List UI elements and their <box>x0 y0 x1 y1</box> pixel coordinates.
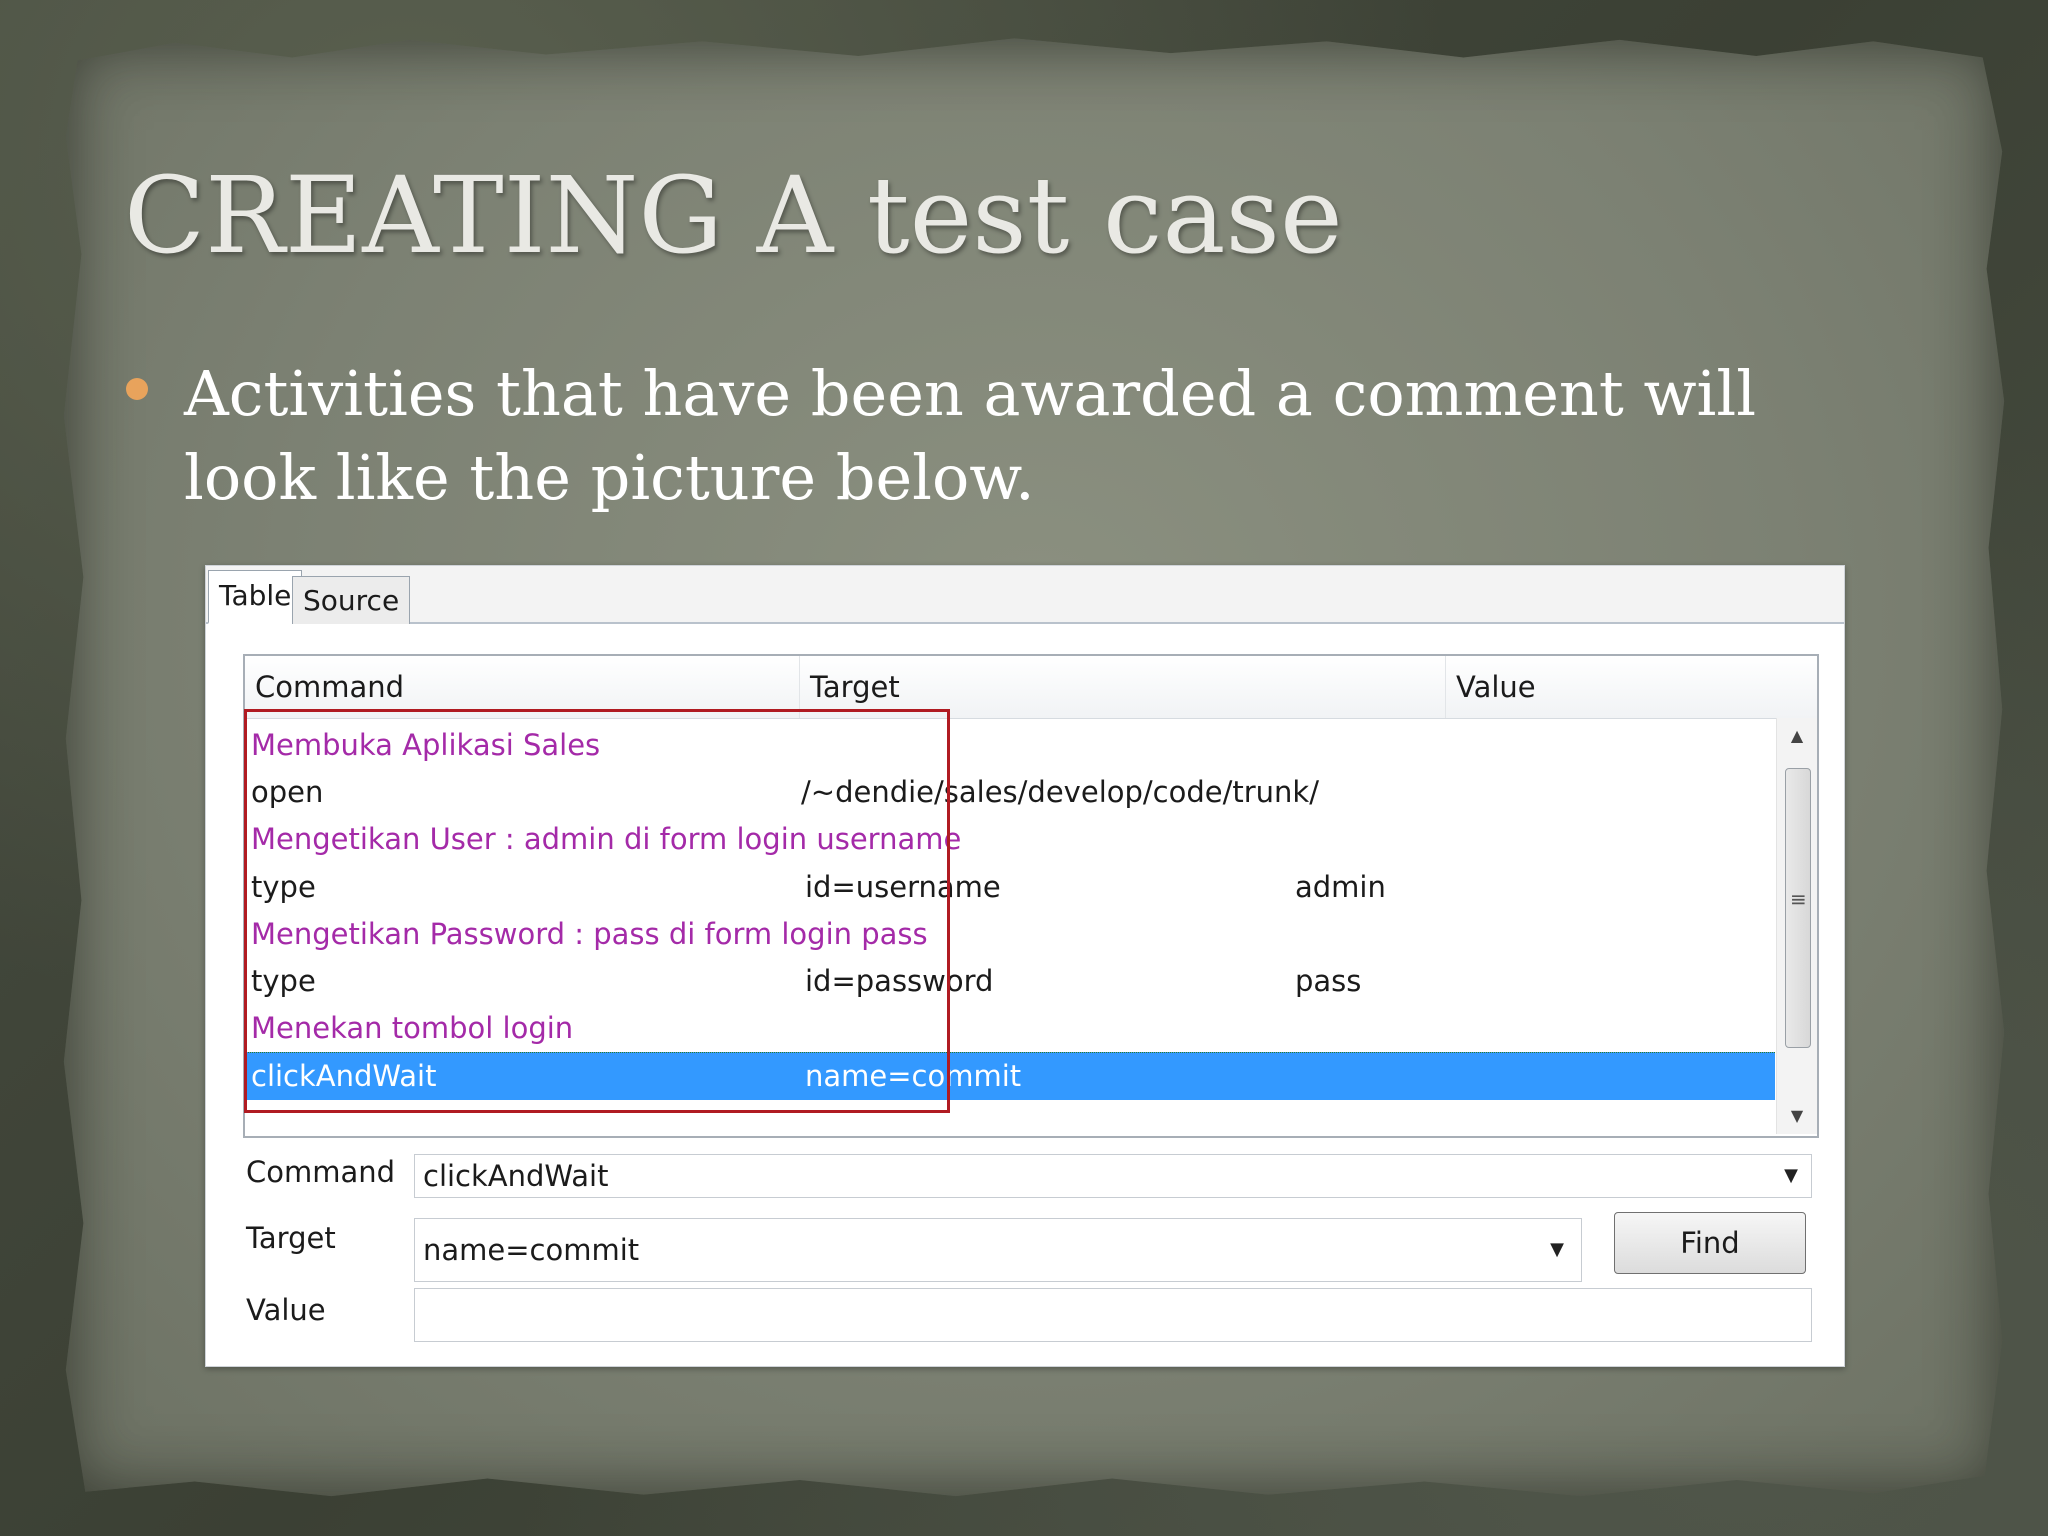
table-row-comment[interactable]: Menekan tombol login <box>245 1005 1775 1052</box>
slide-title: CREATING A test case <box>124 154 1343 277</box>
cell-command: Menekan tombol login <box>251 1011 574 1045</box>
selenium-ide-screenshot: Table Source Command Target Value Membuk… <box>205 565 1845 1367</box>
column-header-target[interactable]: Target <box>800 656 1446 718</box>
table-row-comment[interactable]: Mengetikan Password : pass di form login… <box>245 911 1775 958</box>
table-row-comment[interactable]: Membuka Aplikasi Sales <box>245 722 1775 769</box>
bullet-text: Activities that have been awarded a comm… <box>184 357 1757 514</box>
bullet-item: Activities that have been awarded a comm… <box>124 352 1824 520</box>
command-label: Command <box>246 1155 396 1189</box>
cell-value: admin <box>1295 870 1386 904</box>
cell-command: Membuka Aplikasi Sales <box>251 728 601 762</box>
table-row[interactable]: type id=username admin <box>245 864 1775 911</box>
cell-value: pass <box>1295 964 1362 998</box>
cell-target: id=password <box>805 964 994 998</box>
chevron-down-icon[interactable]: ▼ <box>1775 1155 1807 1197</box>
tab-source[interactable]: Source <box>292 576 411 624</box>
column-header-command[interactable]: Command <box>245 656 800 718</box>
scroll-thumb[interactable]: ≡ <box>1785 768 1811 1048</box>
cell-command: open <box>251 775 324 809</box>
cell-target: name=commit <box>805 1059 1022 1093</box>
grip-icon: ≡ <box>1790 887 1807 911</box>
tab-table[interactable]: Table <box>208 570 303 624</box>
table-row[interactable]: type id=password pass <box>245 958 1775 1005</box>
cell-target: /~dendie/sales/develop/code/trunk/ <box>801 775 1319 809</box>
target-label: Target <box>246 1221 336 1255</box>
cell-command: type <box>251 870 316 904</box>
find-button[interactable]: Find <box>1614 1212 1806 1274</box>
value-input[interactable] <box>414 1288 1812 1342</box>
command-input-value: clickAndWait <box>423 1159 609 1193</box>
scroll-down-icon[interactable]: ▼ <box>1777 1098 1817 1134</box>
tab-bar: Table Source <box>206 566 1844 624</box>
cell-target: id=username <box>805 870 1001 904</box>
target-input-value: name=commit <box>423 1233 640 1267</box>
command-input[interactable]: clickAndWait ▼ <box>414 1154 1812 1198</box>
cell-command: type <box>251 964 316 998</box>
target-input[interactable]: name=commit ▼ <box>414 1218 1582 1282</box>
command-table: Command Target Value Membuka Aplikasi Sa… <box>243 654 1819 1138</box>
table-row-comment[interactable]: Mengetikan User : admin di form login us… <box>245 816 1775 863</box>
value-label: Value <box>246 1293 326 1327</box>
vertical-scrollbar[interactable]: ▲ ≡ ▼ <box>1776 718 1817 1134</box>
table-row[interactable]: open /~dendie/sales/develop/code/trunk/ <box>245 769 1775 816</box>
scroll-up-icon[interactable]: ▲ <box>1777 718 1817 754</box>
cell-command: clickAndWait <box>251 1059 437 1093</box>
bullet-dot-icon <box>126 378 148 400</box>
column-header-value[interactable]: Value <box>1446 656 1775 718</box>
cell-command: Mengetikan Password : pass di form login… <box>251 917 928 951</box>
table-row-selected[interactable]: clickAndWait name=commit <box>245 1052 1775 1100</box>
chevron-down-icon[interactable]: ▼ <box>1541 1229 1573 1271</box>
table-header: Command Target Value <box>245 656 1817 719</box>
cell-command: Mengetikan User : admin di form login us… <box>251 822 962 856</box>
